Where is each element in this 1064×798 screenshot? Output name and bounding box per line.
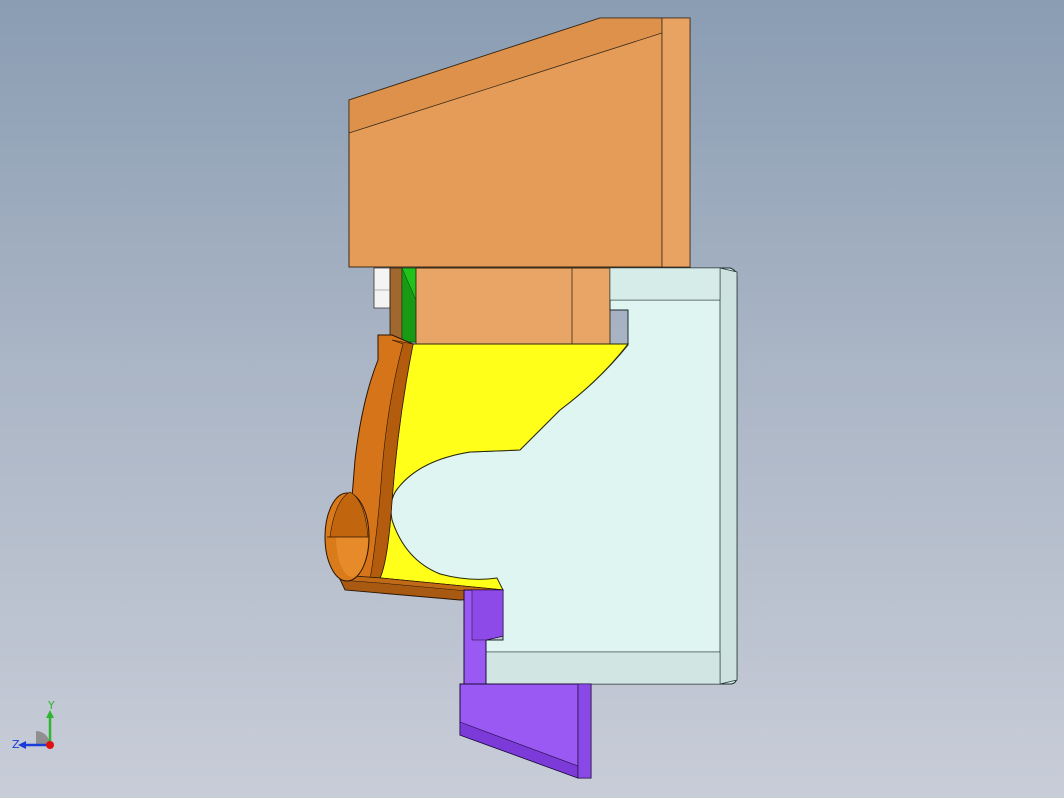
brown-strip-part[interactable]	[389, 267, 403, 341]
top-block-part[interactable]	[348, 17, 691, 268]
3d-viewport[interactable]: Y Z	[0, 0, 1064, 798]
orientation-triad: Y Z	[12, 699, 55, 751]
green-insert-part[interactable]	[401, 267, 417, 343]
y-axis-label: Y	[47, 699, 55, 712]
z-axis-label: Z	[12, 738, 20, 751]
dome-button-part[interactable]	[324, 491, 370, 582]
white-clip-part[interactable]	[373, 267, 391, 309]
mid-block-part[interactable]	[415, 267, 611, 345]
cad-model[interactable]	[0, 0, 1064, 798]
x-axis-origin-icon	[46, 741, 54, 749]
